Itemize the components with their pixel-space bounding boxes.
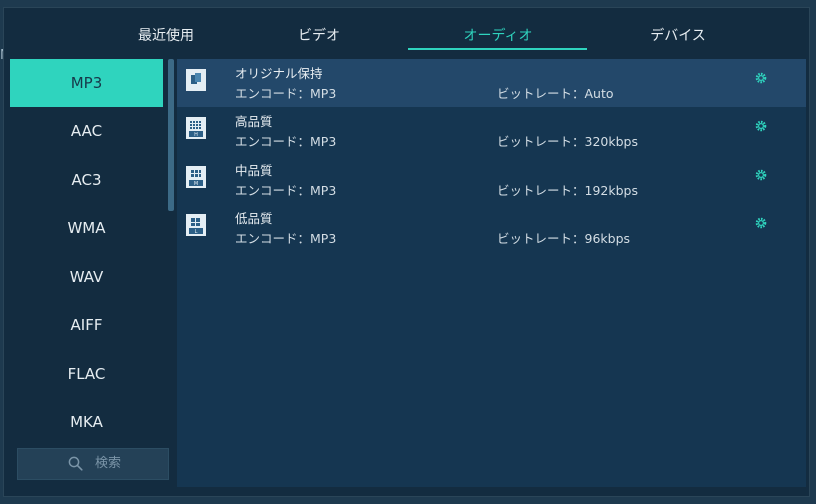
- settings-gear-icon[interactable]: [754, 119, 768, 133]
- format-item-wav[interactable]: WAV: [10, 253, 163, 301]
- tab-audio[interactable]: オーディオ: [408, 8, 588, 58]
- settings-gear-icon[interactable]: [754, 168, 768, 182]
- preset-encode: エンコード：MP3: [235, 134, 337, 149]
- preset-row-original[interactable]: オリジナル保持 エンコード：MP3 ビットレート：Auto: [177, 59, 806, 107]
- preset-name: オリジナル保持: [235, 66, 323, 81]
- preset-list: オリジナル保持 エンコード：MP3 ビットレート：Auto H 高品質 エンコー…: [177, 59, 806, 487]
- format-item-aac[interactable]: AAC: [10, 107, 163, 155]
- tab-device[interactable]: デバイス: [588, 8, 768, 58]
- preset-encode: エンコード：MP3: [235, 183, 337, 198]
- format-search-input[interactable]: 検索: [17, 448, 169, 480]
- preset-name: 高品質: [235, 114, 273, 129]
- icon-letter: L: [195, 229, 198, 235]
- medium-quality-icon: M: [186, 166, 206, 188]
- preset-row-low[interactable]: L 低品質 エンコード：MP3 ビットレート：96kbps: [177, 204, 806, 252]
- low-quality-icon: L: [186, 214, 206, 236]
- preset-bitrate: ビットレート：96kbps: [497, 231, 631, 246]
- preset-bitrate: ビットレート：192kbps: [497, 183, 638, 198]
- format-picker-panel: 最近使用 ビデオ オーディオ デバイス MP3 AAC AC3 WMA WAV …: [3, 7, 810, 497]
- format-item-mka[interactable]: MKA: [10, 398, 163, 446]
- preset-encode: エンコード：MP3: [235, 231, 337, 246]
- original-quality-icon: [186, 69, 206, 91]
- icon-letter: M: [194, 181, 198, 187]
- preset-encode: エンコード：MP3: [235, 86, 337, 101]
- preset-bitrate: ビットレート：Auto: [497, 86, 614, 101]
- settings-gear-icon[interactable]: [754, 216, 768, 230]
- preset-name: 中品質: [235, 163, 273, 178]
- search-icon: [68, 456, 83, 471]
- settings-gear-icon[interactable]: [754, 71, 768, 85]
- preset-row-medium[interactable]: M 中品質 エンコード：MP3 ビットレート：192kbps: [177, 156, 806, 204]
- format-category-tabs: 最近使用 ビデオ オーディオ デバイス: [4, 8, 809, 58]
- format-item-flac[interactable]: FLAC: [10, 350, 163, 398]
- preset-name: 低品質: [235, 211, 273, 226]
- format-item-wma[interactable]: WMA: [10, 204, 163, 252]
- format-list: MP3 AAC AC3 WMA WAV AIFF FLAC MKA: [10, 59, 169, 487]
- icon-letter: H: [194, 132, 198, 138]
- format-list-scrollbar[interactable]: [168, 59, 174, 211]
- format-item-aiff[interactable]: AIFF: [10, 301, 163, 349]
- search-placeholder: 検索: [95, 456, 122, 471]
- tab-video[interactable]: ビデオ: [229, 8, 409, 58]
- active-tab-indicator: [408, 48, 587, 50]
- high-quality-icon: H: [186, 117, 206, 139]
- preset-bitrate: ビットレート：320kbps: [497, 134, 638, 149]
- preset-row-high[interactable]: H 高品質 エンコード：MP3 ビットレート：320kbps: [177, 107, 806, 155]
- format-item-mp3[interactable]: MP3: [10, 59, 163, 107]
- format-item-ac3[interactable]: AC3: [10, 156, 163, 204]
